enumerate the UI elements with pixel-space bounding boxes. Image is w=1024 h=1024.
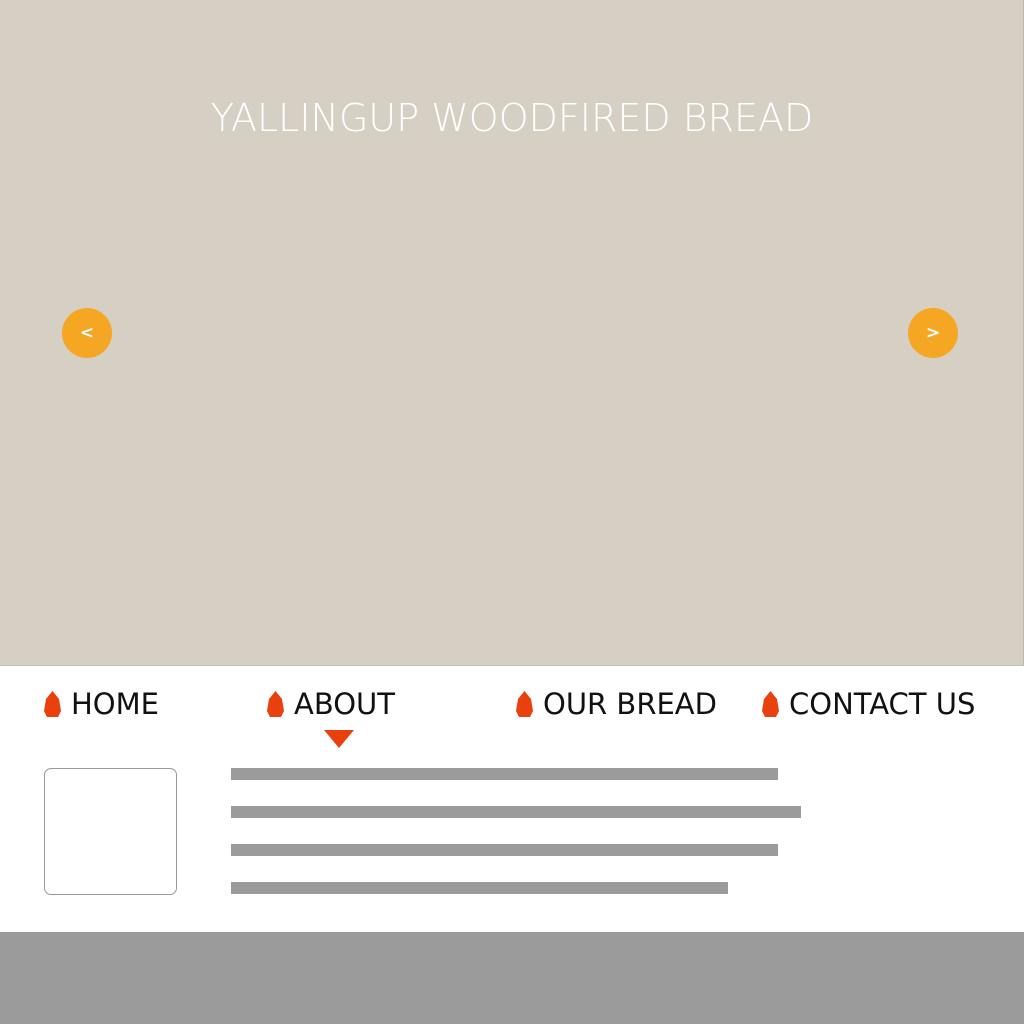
hero-carousel: YALLINGUP WOODFIRED BREAD < > [0, 0, 1024, 666]
nav-item-label: OUR BREAD [543, 687, 717, 721]
footer [0, 932, 1024, 1024]
carousel-next-button[interactable]: > [908, 308, 958, 358]
flame-icon [267, 691, 284, 717]
nav-item-label: HOME [71, 687, 159, 721]
nav-item-home[interactable]: HOME [44, 686, 159, 722]
nav-item-our-bread[interactable]: OUR BREAD [516, 686, 717, 722]
nav-item-contact-us[interactable]: CONTACT US [762, 686, 975, 722]
text-placeholder-line [231, 882, 728, 894]
active-nav-indicator [324, 730, 354, 748]
text-placeholder-line [231, 768, 778, 780]
hero-title: YALLINGUP WOODFIRED BREAD [210, 96, 814, 140]
nav-item-label: CONTACT US [789, 687, 976, 721]
flame-icon [762, 691, 779, 717]
nav-item-label: ABOUT [294, 687, 395, 721]
text-placeholder-line [231, 844, 778, 856]
flame-icon [516, 691, 533, 717]
main-nav: HOME ABOUT OUR BREAD CONTACT US [0, 666, 1024, 746]
carousel-prev-button[interactable]: < [62, 308, 112, 358]
image-placeholder [44, 768, 177, 895]
flame-icon [44, 691, 61, 717]
nav-item-about[interactable]: ABOUT [267, 686, 395, 722]
page: YALLINGUP WOODFIRED BREAD < > HOME ABOUT… [0, 0, 1024, 1024]
text-placeholder-line [231, 806, 801, 818]
